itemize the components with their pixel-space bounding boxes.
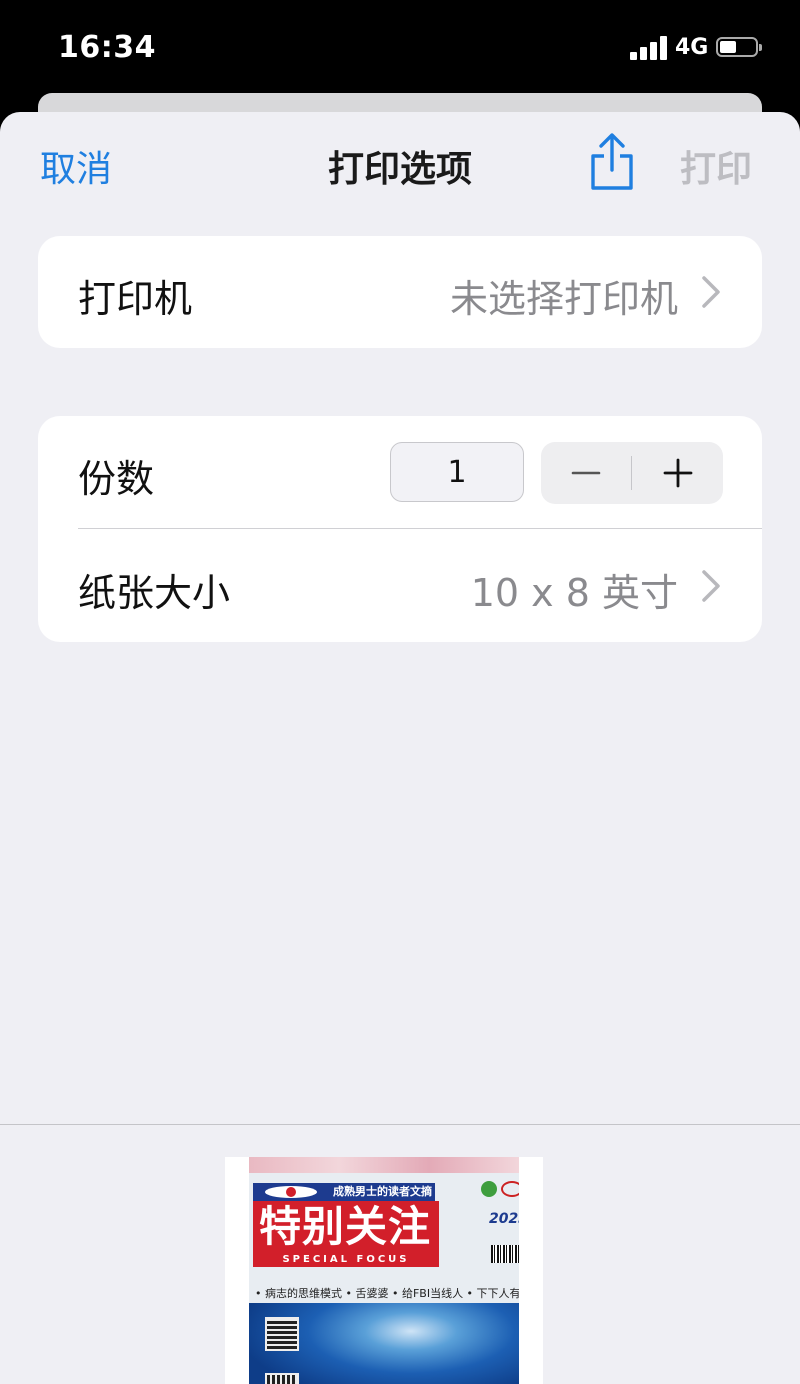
copies-input[interactable] [390, 442, 524, 502]
plus-icon [663, 458, 693, 488]
cover-subtitle: SPECIAL FOCUS [253, 1253, 439, 1267]
increment-button[interactable] [633, 442, 723, 504]
battery-icon [716, 37, 762, 57]
network-type: 4G [675, 35, 709, 60]
print-options-sheet: 取消 打印选项 打印 打印机 未选择打印机 份数 1 纸张大小 10 x 8 英… [0, 112, 800, 1384]
paper-size-value: 10 x 8 英寸 [470, 571, 678, 615]
status-bar: 16:34 4G [0, 0, 800, 95]
stepper-separator [631, 456, 632, 490]
cover-year: 2023 [489, 1211, 519, 1227]
publisher-logo-icon [501, 1181, 519, 1197]
copies-row: 份数 [38, 416, 762, 528]
cover-slogan: 成熟男士的读者文摘 [333, 1185, 432, 1198]
print-button[interactable]: 打印 [680, 140, 752, 192]
cancel-button[interactable]: 取消 [40, 140, 112, 192]
copies-stepper [541, 442, 723, 504]
paper-size-label: 纸张大小 [78, 571, 231, 615]
chevron-right-icon [702, 276, 720, 308]
chevron-right-icon [702, 570, 720, 602]
printer-row[interactable]: 打印机 未选择打印机 [38, 236, 762, 348]
preview-divider [0, 1124, 800, 1125]
cover-masthead: 特别关注 [259, 1202, 432, 1251]
signal-icon [630, 36, 670, 60]
publisher-logo-icon [481, 1181, 497, 1197]
qr-code-icon [265, 1317, 299, 1351]
share-button[interactable] [584, 130, 640, 194]
minus-icon [571, 471, 601, 475]
options-group: 份数 纸张大小 10 x 8 英寸 [38, 416, 762, 642]
print-preview-page[interactable]: 成熟男士的读者文摘 特别关注 SPECIAL FOCUS 2023 • 病志的思… [225, 1157, 543, 1384]
paper-size-row[interactable]: 纸张大小 10 x 8 英寸 [38, 530, 762, 642]
qr-code-icon [265, 1373, 299, 1384]
status-time: 16:34 [58, 30, 156, 65]
row-divider [78, 528, 762, 529]
decrement-button[interactable] [541, 442, 631, 504]
printer-group: 打印机 未选择打印机 [38, 236, 762, 348]
eye-logo-icon [265, 1186, 317, 1198]
share-icon [591, 133, 633, 190]
printer-label: 打印机 [78, 277, 193, 321]
printer-value: 未选择打印机 [449, 277, 678, 321]
cover-headlines: • 病志的思维模式 • 舌婆婆 • 给FBI当线人 • 下下人有上 [255, 1287, 519, 1300]
magazine-cover-image: 成熟男士的读者文摘 特别关注 SPECIAL FOCUS 2023 • 病志的思… [249, 1157, 519, 1384]
copies-label: 份数 [78, 457, 155, 501]
barcode-icon [491, 1245, 519, 1263]
